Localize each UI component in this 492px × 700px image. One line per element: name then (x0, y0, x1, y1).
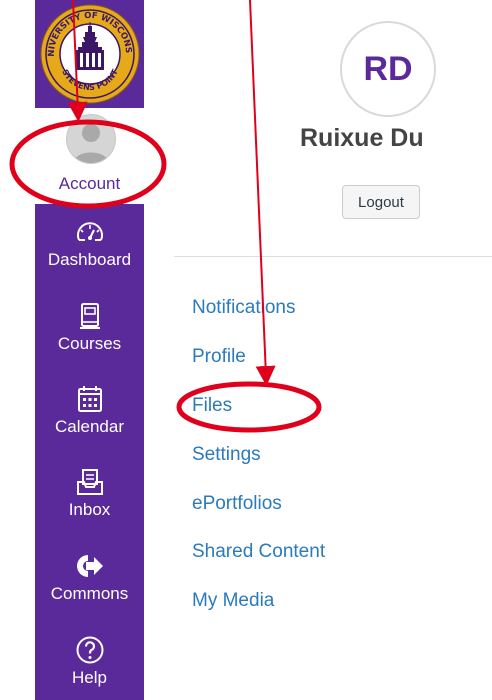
profile-initials: RD (363, 49, 413, 88)
nav-item-dashboard[interactable]: Dashboard (35, 216, 144, 270)
nav-item-account-label: Account (58, 174, 121, 193)
nav-item-commons[interactable]: Commons (35, 550, 144, 604)
menu-link-files[interactable]: Files (192, 395, 232, 417)
nav-item-calendar[interactable]: Calendar (35, 383, 144, 437)
nav-item-inbox-label: Inbox (68, 500, 111, 519)
section-divider (174, 256, 492, 257)
university-logo[interactable]: UNIVERSITY OF WISCONSIN STEVENS POINT (35, 0, 144, 108)
arrow-to-files (249, 0, 276, 386)
menu-link-shared-content[interactable]: Shared Content (192, 541, 325, 563)
profile-user-name: Ruixue Du (300, 124, 424, 152)
nav-item-courses-label: Courses (57, 334, 122, 353)
courses-book-icon (79, 303, 100, 329)
menu-link-profile[interactable]: Profile (192, 346, 246, 368)
menu-link-eportfolios[interactable]: ePortfolios (192, 493, 282, 515)
nav-item-account[interactable]: Account (35, 108, 144, 204)
nav-item-help[interactable]: Help (35, 634, 144, 688)
nav-item-commons-label: Commons (50, 584, 129, 603)
nav-item-help-label: Help (72, 668, 107, 687)
nav-item-courses[interactable]: Courses (35, 300, 144, 354)
menu-link-settings[interactable]: Settings (192, 444, 261, 466)
logout-button[interactable]: Logout (342, 185, 420, 219)
help-question-icon (76, 636, 103, 664)
global-nav-sidebar: UNIVERSITY OF WISCONSIN STEVENS POINT (35, 0, 144, 700)
nav-item-dashboard-label: Dashboard (47, 250, 132, 269)
uwsp-seal-icon: UNIVERSITY OF WISCONSIN STEVENS POINT (38, 2, 139, 104)
commons-arrow-icon (76, 555, 103, 577)
dashboard-gauge-icon (76, 222, 103, 241)
profile-avatar: RD (340, 21, 436, 117)
menu-link-my-media[interactable]: My Media (192, 590, 274, 612)
menu-link-notifications[interactable]: Notifications (192, 297, 296, 319)
nav-item-calendar-label: Calendar (55, 417, 124, 436)
user-avatar-icon (66, 114, 116, 164)
inbox-icon (76, 469, 103, 495)
nav-item-inbox[interactable]: Inbox (35, 466, 144, 520)
calendar-icon (77, 386, 102, 412)
